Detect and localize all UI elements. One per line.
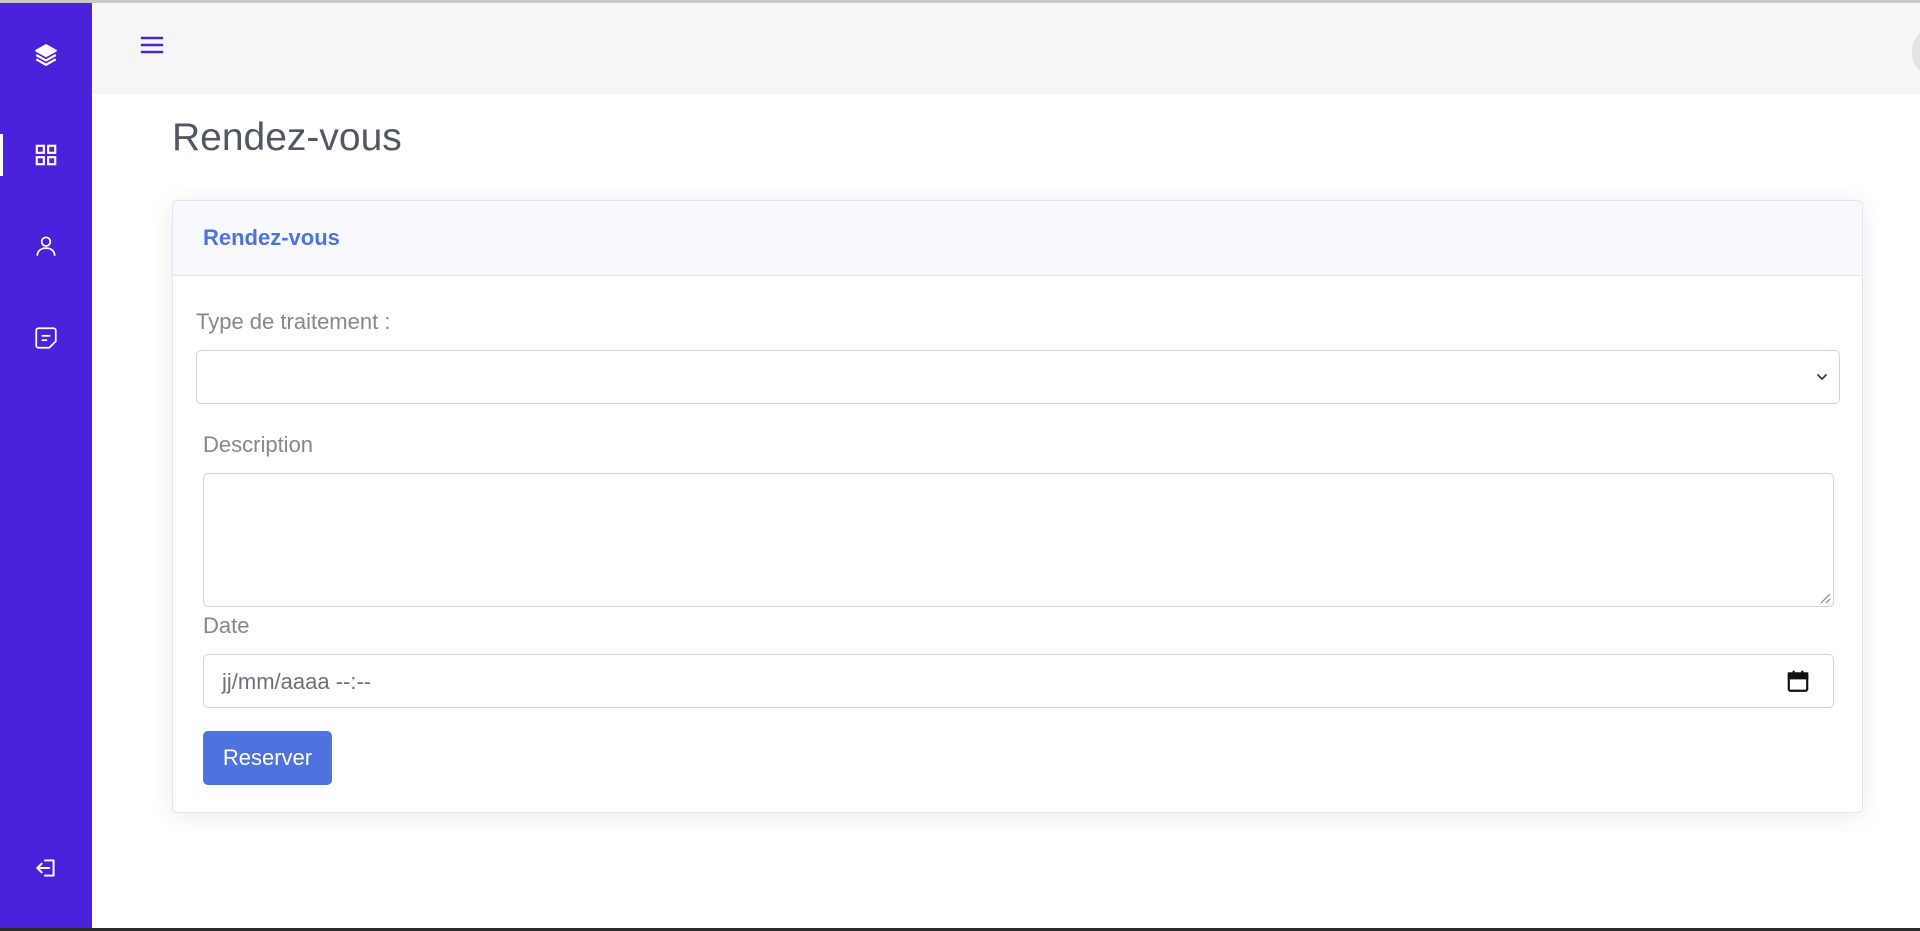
page-title: Rendez-vous bbox=[172, 116, 402, 159]
resize-grip-icon[interactable] bbox=[1819, 592, 1831, 604]
appointment-card: Rendez-vous Type de traitement : Descrip… bbox=[172, 200, 1863, 813]
reserve-button[interactable]: Reserver bbox=[203, 731, 332, 785]
grid-icon bbox=[35, 144, 57, 166]
hamburger-menu-icon[interactable] bbox=[136, 29, 168, 61]
note-icon bbox=[35, 327, 57, 349]
sidebar-item-profile[interactable] bbox=[0, 223, 92, 269]
date-placeholder: jj/mm/aaaa --:-- bbox=[222, 669, 372, 694]
logout-icon bbox=[36, 859, 55, 877]
treatment-type-select[interactable] bbox=[196, 350, 1840, 404]
avatar[interactable] bbox=[1912, 25, 1920, 79]
calendar-icon[interactable] bbox=[1785, 668, 1811, 694]
description-label: Description bbox=[203, 432, 314, 457]
description-textarea[interactable] bbox=[203, 473, 1834, 607]
treatment-type-label: Type de traitement : bbox=[196, 309, 391, 334]
chevron-down-icon bbox=[1817, 374, 1827, 380]
card-title: Rendez-vous bbox=[203, 225, 340, 250]
user-icon bbox=[36, 236, 56, 256]
date-label: Date bbox=[203, 613, 250, 638]
sidebar bbox=[0, 3, 92, 928]
sidebar-item-appointments[interactable] bbox=[0, 315, 92, 361]
topbar bbox=[92, 3, 1920, 94]
layers-icon[interactable] bbox=[0, 32, 92, 78]
sidebar-item-dashboard[interactable] bbox=[0, 132, 92, 178]
logout-button[interactable] bbox=[0, 845, 92, 891]
date-input[interactable]: jj/mm/aaaa --:-- bbox=[203, 654, 1834, 708]
card-header: Rendez-vous bbox=[173, 201, 1862, 276]
